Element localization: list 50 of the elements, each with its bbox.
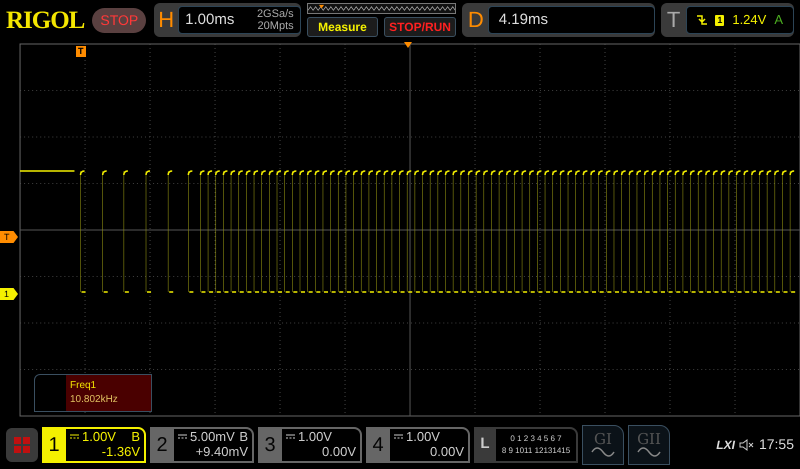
lxi-label: LXI (716, 436, 735, 454)
logic-channels-row-text: 0 1 2 3 4 5 6 7 (509, 432, 563, 444)
run-state-badge: STOP (92, 8, 146, 32)
measurement-value: 10.802kHz (70, 393, 119, 407)
channel-tab[interactable]: 4 1.00V 0.00V (366, 426, 470, 462)
channel-offset: 0.00V (430, 444, 464, 458)
trigger-label: T (666, 9, 680, 31)
horizontal-label: H (158, 9, 174, 31)
channel-scale: 5.00mV (190, 428, 235, 444)
timebase-field[interactable]: 1.00ms 2GSa/s 20Mpts (178, 6, 301, 34)
channel-tab[interactable]: 3 1.00V 0.00V (258, 426, 362, 462)
delay-field[interactable]: 4.19ms (488, 6, 655, 34)
dc-coupling-icon (286, 434, 295, 438)
delay-label: D (468, 9, 484, 31)
channel-scale: 1.00V (82, 428, 116, 444)
channel-scale: 1.00V (406, 428, 440, 444)
channel-offset: +9.40mV (196, 444, 248, 458)
trigger-level: 1.24V (732, 11, 766, 30)
channel-marker: 1 (0, 288, 18, 300)
channel-tab[interactable]: 2 5.00mV B +9.40mV (150, 426, 254, 462)
trigger-position-marker: T (76, 46, 86, 57)
menu-button[interactable] (6, 428, 38, 462)
dc-coupling-icon (70, 434, 79, 438)
speaker-muted-icon (738, 438, 755, 450)
logo: RIGOL (6, 8, 84, 32)
sine-icon (591, 447, 615, 457)
sine-icon (637, 447, 661, 457)
bandwidth-limit: B (131, 428, 140, 444)
channel-scale: 1.00V (298, 428, 332, 444)
center-marker-icon (404, 42, 412, 48)
memory-depth: 20Mpts (258, 20, 294, 32)
stop-run-button[interactable]: STOP/RUN (384, 17, 456, 37)
trigger-field[interactable]: 1 1.24V A (686, 6, 794, 34)
grid-icon (14, 436, 30, 452)
logic-tab[interactable]: L 0 1 2 3 4 5 6 7 8 9 1011 12131415 (474, 426, 578, 462)
measure-button[interactable]: Measure (306, 17, 378, 37)
sample-rate: 2GSa/s (256, 8, 294, 20)
dc-coupling-icon (178, 434, 187, 438)
trigger-source: 1 (715, 14, 724, 26)
bandwidth-limit: B (239, 428, 248, 444)
clock-time: 17:55 (758, 435, 794, 454)
channel-offset: 0.00V (322, 444, 356, 458)
dc-coupling-icon (394, 434, 403, 438)
falling-edge-icon (697, 14, 708, 26)
measurement-title: Freq1 (70, 379, 98, 393)
trigger-mode: A (774, 11, 783, 30)
channel-offset: -1.36V (102, 444, 140, 458)
channel-tab[interactable]: 1 1.00V B -1.36V (42, 426, 146, 462)
logic-channels-row-text: 8 9 1011 12131415 (500, 444, 572, 456)
trigger-level-marker: T (0, 231, 18, 243)
